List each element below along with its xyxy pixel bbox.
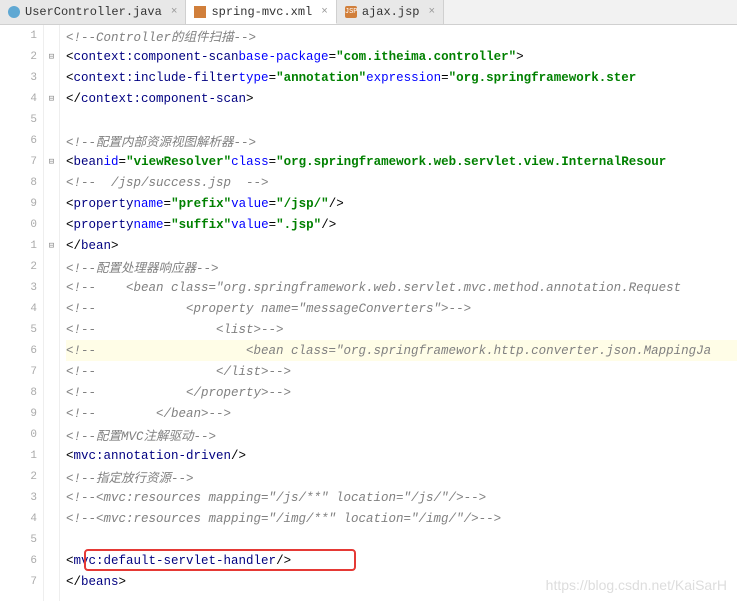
xml-comment: <!-- /jsp/success.jsp --> <box>66 176 269 190</box>
xml-comment: <!--配置MVC注解驱动--> <box>66 425 216 444</box>
line-number: 1 <box>0 25 43 46</box>
line-number: 6 <box>0 550 43 571</box>
line-number: 2 <box>0 466 43 487</box>
line-number: 0 <box>0 424 43 445</box>
xml-comment: <!-- </property>--> <box>66 386 291 400</box>
xml-comment: <!-- <bean class="org.springframework.ht… <box>66 344 711 358</box>
xml-comment: <!-- </list>--> <box>66 365 291 379</box>
tab-label: ajax.jsp <box>362 5 420 19</box>
line-number: 4 <box>0 508 43 529</box>
line-number: 4 <box>0 298 43 319</box>
xml-file-icon <box>194 6 206 18</box>
xml-comment: <!--Controller的组件扫描--> <box>66 26 256 45</box>
xml-comment: <!--<mvc:resources mapping="/img/**" loc… <box>66 512 501 526</box>
line-number: 4 <box>0 88 43 109</box>
line-number: 2 <box>0 256 43 277</box>
line-number: 3 <box>0 67 43 88</box>
fold-icon[interactable] <box>44 25 59 46</box>
line-number: 1 <box>0 445 43 466</box>
xml-comment: <!--<mvc:resources mapping="/js/**" loca… <box>66 491 486 505</box>
fold-column: ⊟ ⊟ ⊟ ⊟ <box>44 25 60 601</box>
close-icon[interactable]: × <box>428 6 435 18</box>
xml-comment: <!-- </bean>--> <box>66 407 231 421</box>
xml-comment: <!-- <property name="messageConverters">… <box>66 302 471 316</box>
line-number: 7 <box>0 571 43 592</box>
line-number: 8 <box>0 382 43 403</box>
line-number: 5 <box>0 529 43 550</box>
line-number: 5 <box>0 319 43 340</box>
editor-tabs: UserController.java × spring-mvc.xml × J… <box>0 0 737 25</box>
java-file-icon <box>8 6 20 18</box>
code-content[interactable]: <!--Controller的组件扫描--> <context:componen… <box>60 25 737 601</box>
line-number: 9 <box>0 403 43 424</box>
line-number: 3 <box>0 277 43 298</box>
line-number: 6 <box>0 340 43 361</box>
fold-icon[interactable]: ⊟ <box>44 235 59 256</box>
line-number: 0 <box>0 214 43 235</box>
tab-usercontroller[interactable]: UserController.java × <box>0 0 186 24</box>
line-number: 1 <box>0 235 43 256</box>
close-icon[interactable]: × <box>171 6 178 18</box>
line-number: 8 <box>0 172 43 193</box>
line-number: 7 <box>0 361 43 382</box>
tab-ajax-jsp[interactable]: JSP ajax.jsp × <box>337 0 444 24</box>
xml-comment: <!--配置内部资源视图解析器--> <box>66 131 256 150</box>
fold-icon[interactable]: ⊟ <box>44 151 59 172</box>
line-number: 9 <box>0 193 43 214</box>
line-number: 3 <box>0 487 43 508</box>
xml-comment: <!--配置处理器响应器--> <box>66 257 219 276</box>
tab-label: UserController.java <box>25 5 162 19</box>
tab-spring-mvc-xml[interactable]: spring-mvc.xml × <box>186 0 336 24</box>
line-number: 2 <box>0 46 43 67</box>
xml-comment: <!-- <bean class="org.springframework.we… <box>66 281 681 295</box>
jsp-file-icon: JSP <box>345 6 357 18</box>
code-editor: 1 2 3 4 5 6 7 8 9 0 1 2 3 4 5 6 7 8 9 0 … <box>0 25 737 601</box>
fold-icon[interactable]: ⊟ <box>44 46 59 67</box>
line-number: 5 <box>0 109 43 130</box>
highlight-box <box>84 549 356 571</box>
line-gutter: 1 2 3 4 5 6 7 8 9 0 1 2 3 4 5 6 7 8 9 0 … <box>0 25 44 601</box>
line-number: 6 <box>0 130 43 151</box>
watermark-text: https://blog.csdn.net/KaiSarH <box>546 577 727 593</box>
xml-comment: <!--指定放行资源--> <box>66 467 194 486</box>
fold-icon[interactable]: ⊟ <box>44 88 59 109</box>
tab-label: spring-mvc.xml <box>211 5 312 19</box>
xml-comment: <!-- <list>--> <box>66 323 284 337</box>
line-number: 7 <box>0 151 43 172</box>
close-icon[interactable]: × <box>321 6 328 18</box>
